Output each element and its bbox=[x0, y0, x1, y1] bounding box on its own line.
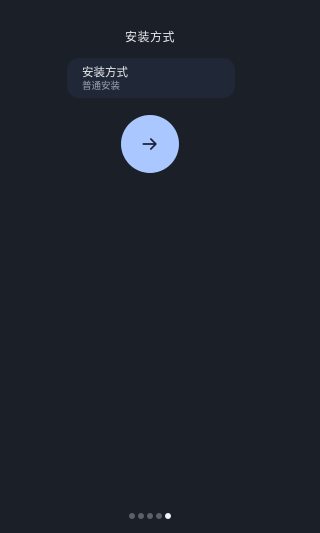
install-method-option[interactable]: 安装方式 普通安装 bbox=[67, 58, 235, 98]
page-dot bbox=[156, 513, 162, 519]
page-dot bbox=[147, 513, 153, 519]
install-method-value: 普通安装 bbox=[82, 81, 121, 92]
page-indicator bbox=[129, 513, 171, 519]
page-dot-active bbox=[165, 513, 171, 519]
install-method-label: 安装方式 bbox=[82, 65, 128, 79]
page-title: 安装方式 bbox=[124, 30, 175, 44]
page-dot bbox=[129, 513, 135, 519]
setup-screen: 安装方式 安装方式 普通安装 bbox=[0, 0, 300, 533]
arrow-right-icon bbox=[140, 134, 160, 154]
next-button[interactable] bbox=[121, 115, 179, 173]
page-dot bbox=[138, 513, 144, 519]
